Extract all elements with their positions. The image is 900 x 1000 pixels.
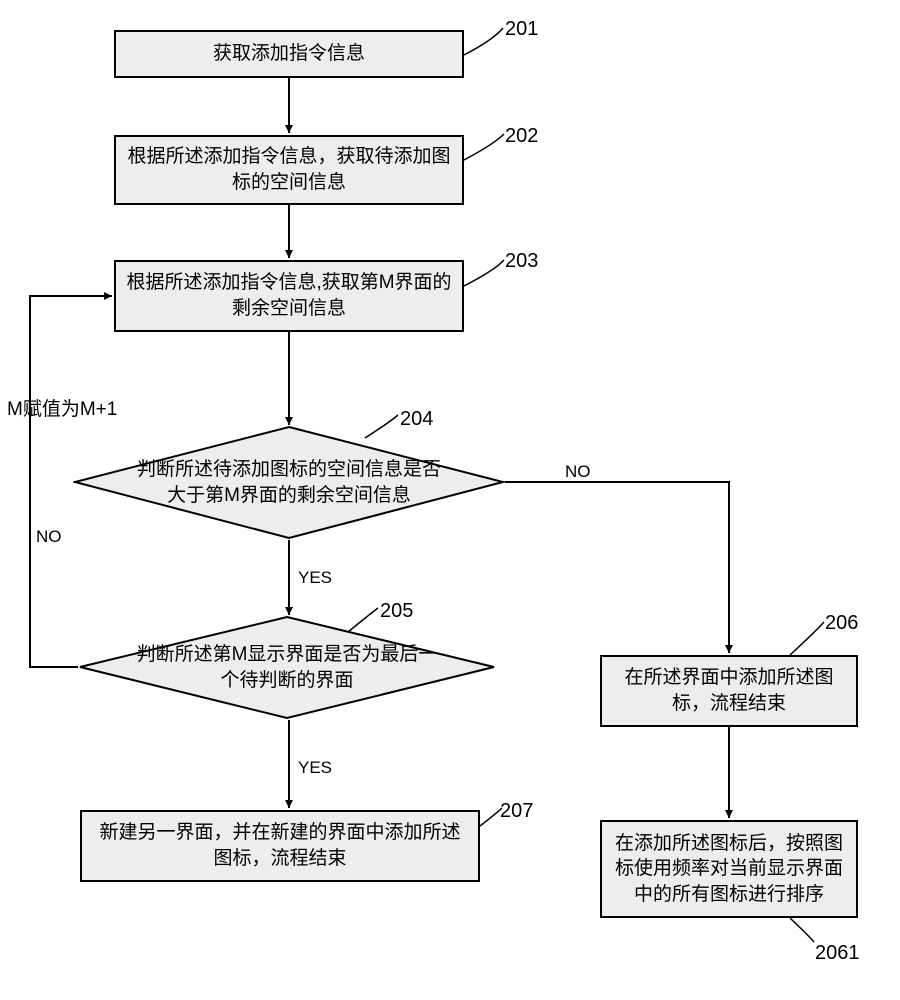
edge-label-no-204: NO [563,462,593,482]
process-box-202: 根据所述添加指令信息，获取待添加图标的空间信息 [114,135,464,205]
step-id-201: 201 [505,18,538,41]
step-id-202: 202 [505,125,538,148]
process-text: 在添加所述图标后，按照图标使用频率对当前显示界面中的所有图标进行排序 [612,831,846,908]
step-id-205: 205 [380,600,413,623]
process-box-201: 获取添加指令信息 [114,30,464,78]
edge-label-no-205: NO [34,527,64,547]
process-text: 新建另一界面，并在新建的界面中添加所述图标，流程结束 [92,820,468,871]
process-text: 在所述界面中添加所述图标，流程结束 [612,665,846,716]
step-id-207: 207 [500,800,533,823]
decision-204: 判断所述待添加图标的空间信息是否大于第M界面的剩余空间信息 [73,425,505,540]
edge-label-yes-205: YES [296,758,334,778]
decision-text: 判断所述第M显示界面是否为最后一个待判断的界面 [136,642,438,693]
step-id-2061: 2061 [815,942,860,965]
decision-text: 判断所述待添加图标的空间信息是否大于第M界面的剩余空间信息 [131,457,447,508]
step-id-203: 203 [505,250,538,273]
step-id-206: 206 [825,612,858,635]
process-text: 根据所述添加指令信息，获取待添加图标的空间信息 [126,144,452,195]
process-box-203: 根据所述添加指令信息,获取第M界面的剩余空间信息 [114,260,464,332]
step-id-204: 204 [400,408,433,431]
process-box-206: 在所述界面中添加所述图标，流程结束 [600,655,858,727]
process-text: 获取添加指令信息 [213,41,365,67]
process-box-207: 新建另一界面，并在新建的界面中添加所述图标，流程结束 [80,810,480,882]
decision-205: 判断所述第M显示界面是否为最后一个待判断的界面 [78,615,496,720]
process-box-2061: 在添加所述图标后，按照图标使用频率对当前显示界面中的所有图标进行排序 [600,820,858,918]
loop-label: M赋值为M+1 [7,394,117,421]
edge-label-yes-204: YES [296,568,334,588]
process-text: 根据所述添加指令信息,获取第M界面的剩余空间信息 [126,270,452,321]
